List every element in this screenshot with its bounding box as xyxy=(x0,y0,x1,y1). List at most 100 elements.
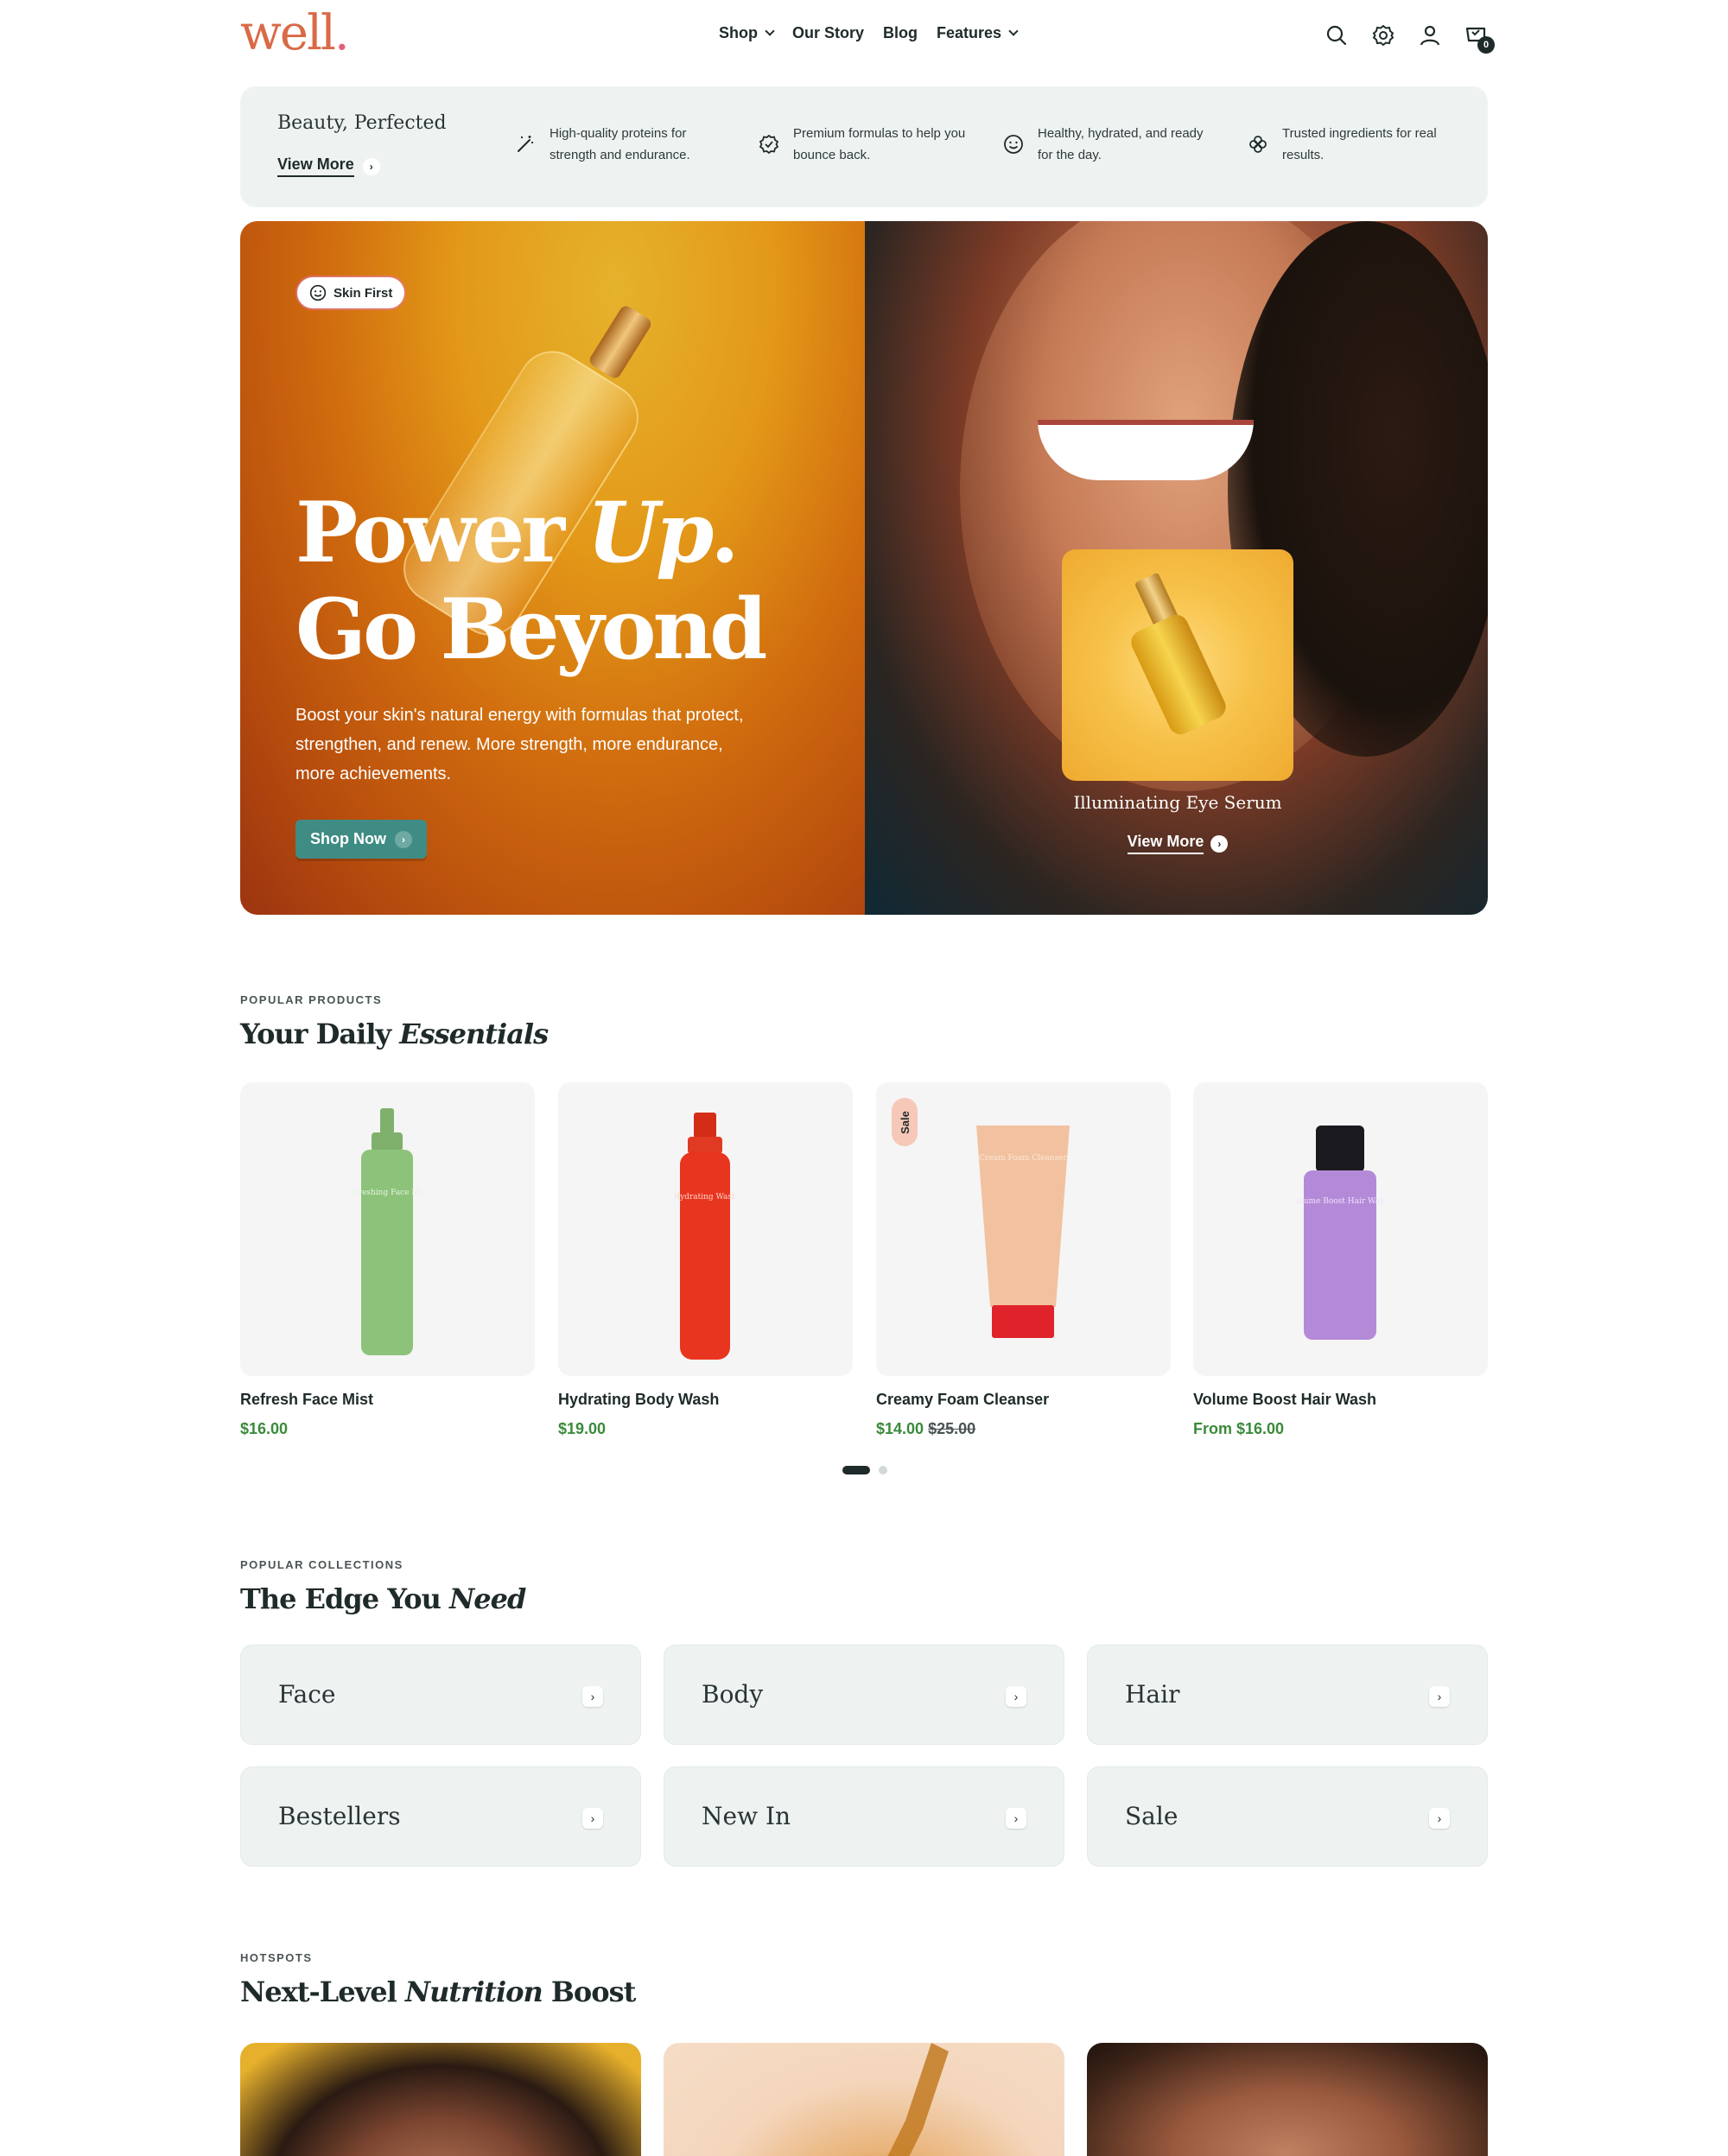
products-title: Your Daily Essentials xyxy=(240,1018,549,1050)
featured-view-more-label: View More xyxy=(1127,833,1204,854)
feature-item: Premium formulas to help you bounce back… xyxy=(759,123,966,166)
main-nav: Shop Our Story Blog Features xyxy=(719,24,1019,42)
collection-card-new-in[interactable]: New In › xyxy=(664,1766,1064,1867)
product-card[interactable]: Refreshing Face Mist xyxy=(240,1082,535,1376)
feature-text: Premium formulas to help you bounce back… xyxy=(793,126,966,162)
feature-text: Trusted ingredients for real results. xyxy=(1282,126,1437,162)
serum-bottle-cap xyxy=(587,303,654,381)
product-name[interactable]: Refresh Face Mist xyxy=(240,1391,373,1409)
product-name[interactable]: Hydrating Body Wash xyxy=(558,1391,719,1409)
collections-title: The Edge You Need xyxy=(240,1582,526,1615)
skin-first-badge: Skin First xyxy=(297,277,405,308)
cart-icon[interactable]: 0 xyxy=(1462,21,1495,54)
featured-product-card[interactable] xyxy=(1062,549,1293,781)
search-icon[interactable] xyxy=(1322,21,1351,50)
features-strip: Beauty, Perfected View More › High-quali… xyxy=(240,86,1488,207)
hero-banner: Skin First Power Up. Go Beyond Boost you… xyxy=(240,221,865,915)
feature-item: Trusted ingredients for real results. xyxy=(1248,123,1455,166)
hero-heading-line2: Go Beyond xyxy=(295,580,767,678)
collection-label: New In xyxy=(702,1802,791,1830)
settings-icon[interactable] xyxy=(1369,21,1398,50)
products-title-b: Essentials xyxy=(399,1018,549,1050)
carousel-dot-active[interactable] xyxy=(842,1466,870,1474)
product-price: $19.00 xyxy=(558,1420,607,1437)
hotspots-title: Next-Level Nutrition Boost xyxy=(240,1975,637,2008)
product-image: Cream Foam Cleanser xyxy=(976,1126,1070,1338)
feature-text: Healthy, hydrated, and ready for the day… xyxy=(1038,126,1204,162)
product-name[interactable]: Volume Boost Hair Wash xyxy=(1193,1391,1376,1409)
feature-item: High-quality proteins for strength and e… xyxy=(515,123,722,166)
tube-label: Cream Foam Cleanser xyxy=(979,1154,1067,1163)
hotspot-card[interactable] xyxy=(1087,2043,1488,2156)
product-card[interactable]: Hydrating Wash xyxy=(558,1082,853,1376)
chevron-right-icon: › xyxy=(1429,1808,1450,1829)
dropper-image xyxy=(887,2043,949,2156)
collection-card-hair[interactable]: Hair › xyxy=(1087,1645,1488,1745)
serum-product-image xyxy=(1127,611,1230,739)
chevron-right-icon: › xyxy=(395,830,412,848)
hotspot-card[interactable] xyxy=(240,2043,641,2156)
nav-features[interactable]: Features xyxy=(937,24,1019,42)
skin-first-label: Skin First xyxy=(334,285,393,301)
nav-our-story-label: Our Story xyxy=(792,24,865,41)
product-price-group: $14.00 $25.00 xyxy=(876,1420,975,1438)
feature-text: High-quality proteins for strength and e… xyxy=(550,126,690,162)
product-card[interactable]: Sale Cream Foam Cleanser xyxy=(876,1082,1171,1376)
collection-card-body[interactable]: Body › xyxy=(664,1645,1064,1745)
magic-wand-icon xyxy=(518,136,533,152)
sale-badge: Sale xyxy=(892,1098,918,1146)
collection-card-face[interactable]: Face › xyxy=(240,1645,641,1745)
logo[interactable]: well. xyxy=(240,5,350,61)
hotspots-title-c: Boost xyxy=(542,1975,637,2008)
nav-our-story[interactable]: Our Story xyxy=(792,24,864,42)
collection-label: Hair xyxy=(1125,1680,1180,1709)
bottle-label: Refreshing Face Mist xyxy=(353,1189,422,1197)
carousel-dot[interactable] xyxy=(879,1466,887,1474)
chevron-down-icon xyxy=(765,26,775,36)
hotspots-title-a: Next-Level xyxy=(240,1975,405,2008)
logo-text: well xyxy=(240,5,336,61)
collections-title-a: The Edge You xyxy=(240,1582,450,1615)
product-price: From $16.00 xyxy=(1193,1420,1285,1437)
chevron-right-icon: › xyxy=(582,1686,603,1707)
collection-label: Bestellers xyxy=(278,1802,401,1830)
logo-dot: . xyxy=(334,5,350,61)
collection-card-sale[interactable]: Sale › xyxy=(1087,1766,1488,1867)
bottle-label: Volume Boost Hair Wash xyxy=(1297,1197,1383,1206)
products-eyebrow: POPULAR PRODUCTS xyxy=(240,993,383,1006)
chevron-right-icon: › xyxy=(1006,1686,1026,1707)
collection-label: Face xyxy=(278,1680,336,1709)
account-icon[interactable] xyxy=(1415,21,1445,50)
smile-icon xyxy=(1004,135,1023,154)
product-card[interactable]: Volume Boost Hair Wash xyxy=(1193,1082,1488,1376)
model-smile xyxy=(1038,420,1254,480)
nav-shop-label: Shop xyxy=(719,24,758,41)
carousel-pagination xyxy=(842,1466,887,1474)
nav-blog[interactable]: Blog xyxy=(883,24,918,42)
product-old-price: $25.00 xyxy=(928,1420,976,1437)
smile-icon xyxy=(309,284,327,301)
featured-view-more-link[interactable]: View More › xyxy=(1062,833,1293,854)
shop-now-label: Shop Now xyxy=(310,830,386,847)
hero-heading-a: Power xyxy=(295,484,588,581)
hotspots-eyebrow: HOTSPOTS xyxy=(240,1951,313,1964)
cart-count-badge: 0 xyxy=(1477,36,1495,54)
product-image: Volume Boost Hair Wash xyxy=(1297,1126,1383,1340)
nav-shop[interactable]: Shop xyxy=(719,24,775,42)
chevron-right-icon: › xyxy=(362,157,380,175)
collection-label: Body xyxy=(702,1680,764,1709)
badge-check-icon xyxy=(759,134,779,155)
nav-features-label: Features xyxy=(937,24,1002,41)
product-name[interactable]: Creamy Foam Cleanser xyxy=(876,1391,1049,1409)
strip-view-more-link[interactable]: View More › xyxy=(277,155,380,177)
product-price: $14.00 xyxy=(876,1420,924,1437)
collection-card-bestellers[interactable]: Bestellers › xyxy=(240,1766,641,1867)
feature-item: Healthy, hydrated, and ready for the day… xyxy=(1003,123,1210,166)
hotspot-card[interactable] xyxy=(664,2043,1064,2156)
hero-heading-b: Up xyxy=(587,484,714,581)
product-image: Hydrating Wash xyxy=(675,1113,735,1360)
featured-product-title: Illuminating Eye Serum xyxy=(1073,792,1282,813)
hotspots-title-b: Nutrition xyxy=(404,1975,543,2008)
chevron-right-icon: › xyxy=(582,1808,603,1829)
shop-now-button[interactable]: Shop Now › xyxy=(295,820,427,859)
